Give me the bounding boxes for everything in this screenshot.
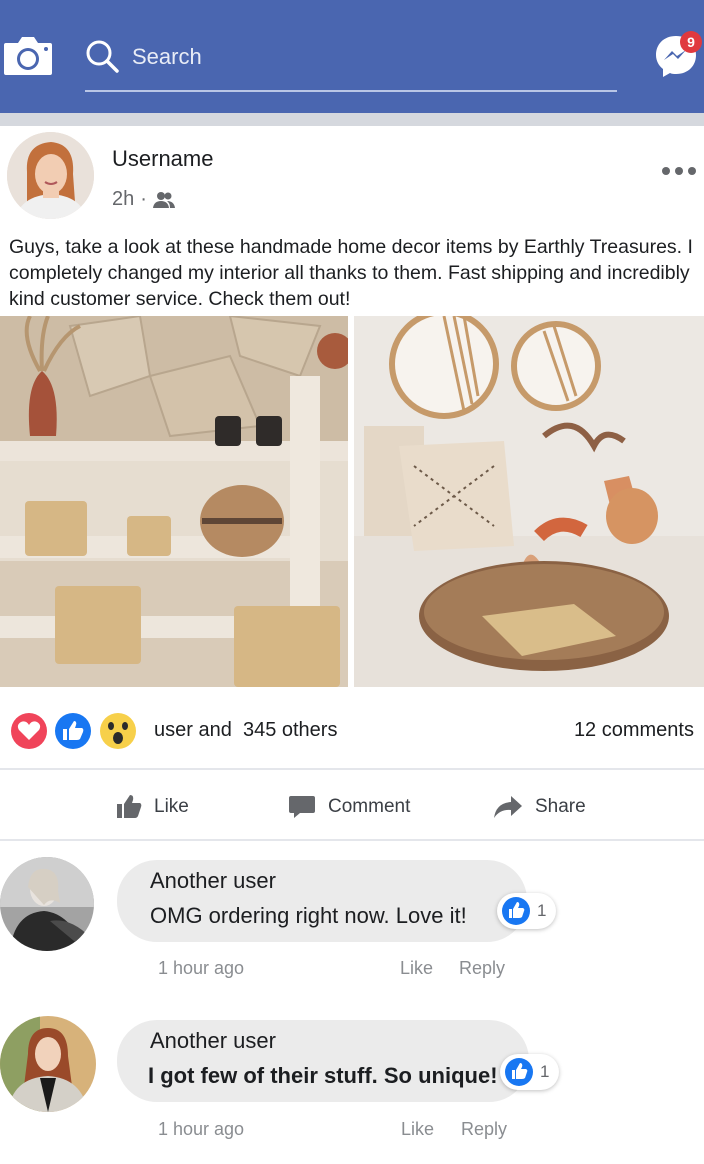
post-time[interactable]: 2h bbox=[112, 188, 134, 211]
comment-like-number: 1 bbox=[537, 901, 547, 920]
divider bbox=[0, 768, 704, 770]
commenter-avatar[interactable] bbox=[0, 857, 94, 951]
comments-count[interactable]: 12 comments bbox=[574, 719, 694, 742]
post-meta: 2h · bbox=[112, 188, 175, 211]
comment-like-button[interactable]: Like bbox=[400, 958, 433, 979]
like-reaction-icon bbox=[53, 711, 93, 751]
comment-button-label: Comment bbox=[328, 796, 411, 817]
comment-like-count[interactable]: 1 bbox=[500, 1054, 560, 1090]
like-reaction-icon bbox=[502, 897, 530, 925]
post-photo-shelf[interactable] bbox=[0, 316, 348, 687]
love-icon bbox=[9, 711, 49, 751]
commenter-avatar[interactable] bbox=[0, 1016, 96, 1112]
comment-like-number: 1 bbox=[540, 1062, 550, 1081]
share-icon bbox=[494, 796, 522, 818]
commenter-name[interactable]: Another user bbox=[150, 1028, 276, 1054]
reaction-icons[interactable] bbox=[8, 708, 148, 752]
more-options-icon[interactable] bbox=[660, 160, 698, 182]
comment-icon bbox=[289, 796, 315, 818]
comment-text: I got few of their stuff. So unique! bbox=[148, 1063, 498, 1088]
commenter-name[interactable]: Another user bbox=[150, 868, 276, 894]
camera-icon[interactable] bbox=[2, 33, 54, 77]
comment-button[interactable]: Comment bbox=[288, 790, 410, 824]
share-button[interactable]: Share bbox=[493, 790, 586, 824]
divider bbox=[0, 839, 704, 841]
comment-like-button[interactable]: Like bbox=[401, 1119, 434, 1140]
post-photo-living[interactable] bbox=[354, 316, 704, 687]
search-icon[interactable] bbox=[84, 38, 120, 74]
post-text: Guys, take a look at these handmade home… bbox=[9, 236, 693, 310]
comment-reply-button[interactable]: Reply bbox=[461, 1119, 507, 1140]
like-button-label: Like bbox=[154, 796, 189, 817]
search-input[interactable]: Search bbox=[132, 44, 202, 70]
wow-icon bbox=[98, 711, 138, 751]
header-divider bbox=[0, 113, 704, 126]
post-author[interactable]: Username bbox=[112, 146, 213, 172]
thumbs-up-icon bbox=[117, 795, 142, 818]
comment-time[interactable]: 1 hour ago bbox=[158, 958, 244, 979]
comment-time[interactable]: 1 hour ago bbox=[158, 1119, 244, 1140]
friends-icon bbox=[152, 191, 175, 208]
comment-reply-button[interactable]: Reply bbox=[459, 958, 505, 979]
notification-badge: 9 bbox=[680, 31, 702, 53]
like-button[interactable]: Like bbox=[116, 790, 189, 824]
avatar[interactable] bbox=[7, 132, 94, 219]
reaction-summary[interactable]: user and 345 others bbox=[154, 719, 337, 742]
comment-like-count[interactable]: 1 bbox=[497, 893, 557, 929]
comment-text: OMG ordering right now. Love it! bbox=[150, 903, 467, 928]
share-button-label: Share bbox=[535, 796, 586, 817]
meta-separator: · bbox=[140, 188, 147, 210]
like-reaction-icon bbox=[505, 1058, 533, 1086]
search-underline bbox=[85, 90, 617, 92]
